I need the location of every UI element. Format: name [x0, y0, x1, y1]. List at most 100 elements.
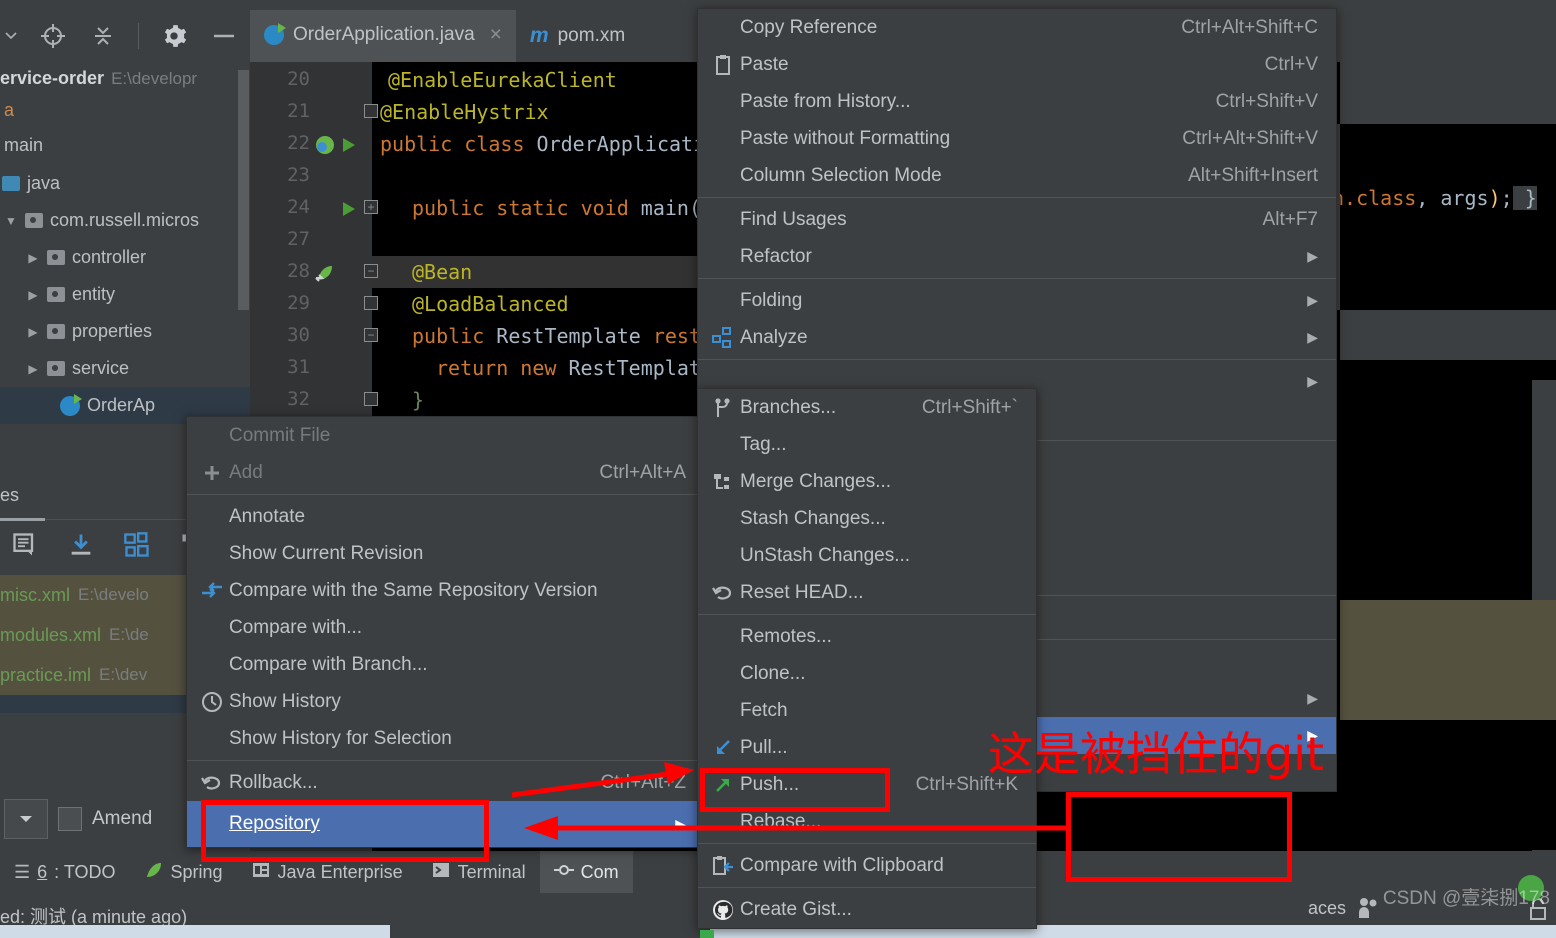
project-name: ervice-order: [0, 68, 105, 88]
diff-icon[interactable]: [122, 530, 152, 560]
compare-clipboard-icon: [710, 855, 736, 877]
menu-item-tag[interactable]: Tag...: [698, 426, 1036, 463]
menu-item-remotes[interactable]: Remotes...: [698, 618, 1036, 655]
project-header[interactable]: ervice-order E:\developr: [0, 62, 250, 95]
menu-item-annotate[interactable]: Annotate: [187, 498, 704, 535]
todo-icon: ☰: [14, 861, 31, 882]
hide-window-icon[interactable]: [209, 21, 239, 51]
chevron-right-icon[interactable]: ▶: [26, 325, 40, 339]
editor-tab-orderapplication[interactable]: OrderApplication.java ×: [250, 10, 516, 62]
menu-item-paste-without-formatting[interactable]: Paste without Formatting Ctrl+Alt+Shift+…: [698, 120, 1336, 157]
tree-item-java[interactable]: java: [0, 165, 250, 202]
line-number: 20: [287, 68, 310, 90]
menu-item-pull[interactable]: Pull...: [698, 729, 1036, 766]
fold-mark-icon[interactable]: [364, 296, 378, 310]
fold-expand-icon[interactable]: +: [364, 200, 378, 214]
menu-item-paste[interactable]: Paste Ctrl+V: [698, 46, 1336, 83]
menu-item-copy-reference[interactable]: Copy Reference Ctrl+Alt+Shift+C: [698, 9, 1336, 46]
history-clock-icon: [199, 691, 225, 713]
menu-item-label: Create Gist...: [740, 898, 852, 920]
menu-item-show-current-revision[interactable]: Show Current Revision: [187, 535, 704, 572]
menu-item-repository[interactable]: Repository ▶: [187, 801, 704, 847]
settings-gear-icon[interactable]: [159, 21, 189, 51]
collapse-all-icon[interactable]: [88, 21, 118, 51]
fold-collapse-icon[interactable]: −: [364, 264, 378, 278]
menu-item-branches[interactable]: Branches... Ctrl+Shift+`: [698, 389, 1036, 426]
commit-message-icon[interactable]: [10, 530, 40, 560]
run-gutter-icon[interactable]: [340, 200, 358, 223]
package-icon: [47, 324, 65, 339]
update-icon[interactable]: [66, 530, 96, 560]
chevron-down-icon[interactable]: [4, 21, 18, 51]
menu-item-show-history[interactable]: Show History: [187, 683, 704, 720]
menu-item-create-gist[interactable]: Create Gist...: [698, 891, 1338, 928]
menu-item-show-history-for-selection[interactable]: Show History for Selection: [187, 720, 704, 757]
editor-tab-pom[interactable]: m pom.xm: [516, 10, 639, 62]
vcs-commit-icon: [553, 860, 574, 885]
chevron-down-icon[interactable]: [4, 799, 48, 839]
menu-item-rollback[interactable]: Rollback... Ctrl+Alt+Z: [187, 764, 704, 801]
local-changes-tab-label[interactable]: es: [0, 485, 19, 506]
chevron-right-icon[interactable]: ▶: [26, 288, 40, 302]
menu-item-column-selection-mode[interactable]: Column Selection Mode Alt+Shift+Insert: [698, 157, 1336, 194]
menu-item-paste-from-history[interactable]: Paste from History... Ctrl+Shift+V: [698, 83, 1336, 120]
menu-item-compare-with-branch[interactable]: Compare with Branch...: [187, 646, 704, 683]
locate-icon[interactable]: [38, 21, 68, 51]
spring-boot-class-icon: [60, 393, 82, 416]
chevron-right-icon[interactable]: ▶: [26, 251, 40, 265]
menu-item-find-usages[interactable]: Find Usages Alt+F7: [698, 201, 1336, 238]
menu-item-label: Compare with the Same Repository Version: [229, 579, 598, 601]
fold-collapse-icon[interactable]: −: [364, 328, 378, 342]
menu-item-clone[interactable]: Clone...: [698, 655, 1036, 692]
menu-item-label: Rebase...: [740, 810, 822, 832]
line-number: 30: [287, 324, 310, 346]
vcs-file-context-menu[interactable]: Commit File Add Ctrl+Alt+A Annotate Show…: [186, 416, 705, 848]
menu-item-compare-with[interactable]: Compare with...: [187, 609, 704, 646]
menu-item-unstash-changes[interactable]: UnStash Changes...: [698, 537, 1036, 574]
fold-mark-icon[interactable]: [364, 392, 378, 406]
tree-item-entity[interactable]: ▶ entity: [0, 276, 250, 313]
person-icon[interactable]: [1356, 896, 1378, 927]
tree-item-package-root[interactable]: ▼ com.russell.micros: [0, 202, 250, 239]
tool-tab-java-enterprise[interactable]: Java Enterprise: [237, 851, 417, 893]
run-gutter-icon[interactable]: [340, 136, 358, 159]
menu-item-stash-changes[interactable]: Stash Changes...: [698, 500, 1036, 537]
menu-item-push[interactable]: Push... Ctrl+Shift+K: [698, 766, 1036, 803]
tree-item-main[interactable]: main: [0, 125, 250, 165]
menu-item-refactor[interactable]: Refactor ▶: [698, 238, 1336, 275]
tree-item-properties[interactable]: ▶ properties: [0, 313, 250, 350]
tool-tab-terminal[interactable]: Terminal: [417, 851, 540, 893]
fold-mark-icon[interactable]: [364, 104, 378, 118]
tool-tab-spring[interactable]: Spring: [130, 851, 237, 893]
code-line: @EnableEurekaClient: [388, 68, 617, 92]
menu-item-label: Repository: [229, 813, 320, 834]
chevron-down-icon[interactable]: ▼: [4, 214, 18, 228]
git-repository-submenu[interactable]: Branches... Ctrl+Shift+` Tag... Merge Ch…: [697, 388, 1037, 929]
menu-item-reset-head[interactable]: Reset HEAD...: [698, 574, 1036, 611]
project-scrollbar[interactable]: [238, 70, 249, 310]
menu-item-compare-with-clipboard[interactable]: Compare with Clipboard: [698, 847, 1338, 884]
chevron-right-icon[interactable]: ▶: [26, 362, 40, 376]
menu-item-folding[interactable]: Folding ▶: [698, 282, 1336, 319]
tree-item-a[interactable]: a: [0, 95, 250, 125]
menu-item-fetch[interactable]: Fetch: [698, 692, 1036, 729]
menu-item-label: Add: [229, 461, 263, 483]
menu-item-rebase[interactable]: Rebase...: [698, 803, 1036, 840]
tool-tab-number: 6: [37, 861, 48, 882]
menu-item-compare-same-repository-version[interactable]: Compare with the Same Repository Version: [187, 572, 704, 609]
tree-item-service[interactable]: ▶ service: [0, 350, 250, 387]
menu-item-merge-changes[interactable]: Merge Changes...: [698, 463, 1036, 500]
tool-tab-commit[interactable]: Com: [539, 851, 633, 893]
tool-tab-label: Com: [580, 861, 619, 882]
menu-item-label: Find Usages: [740, 208, 847, 230]
bean-override-gutter-icon[interactable]: [314, 262, 336, 289]
tree-item-controller[interactable]: ▶ controller: [0, 239, 250, 276]
java-enterprise-icon: [251, 860, 271, 885]
spring-bean-gutter-icon[interactable]: [314, 134, 336, 161]
menu-item-label: Show Current Revision: [229, 542, 424, 564]
menu-item-label: Annotate: [229, 505, 306, 527]
tool-tab-todo[interactable]: ☰ 6 : TODO: [0, 851, 130, 893]
amend-checkbox[interactable]: [58, 807, 82, 831]
menu-item-analyze[interactable]: Analyze ▶: [698, 319, 1336, 356]
close-icon[interactable]: ×: [490, 23, 502, 47]
